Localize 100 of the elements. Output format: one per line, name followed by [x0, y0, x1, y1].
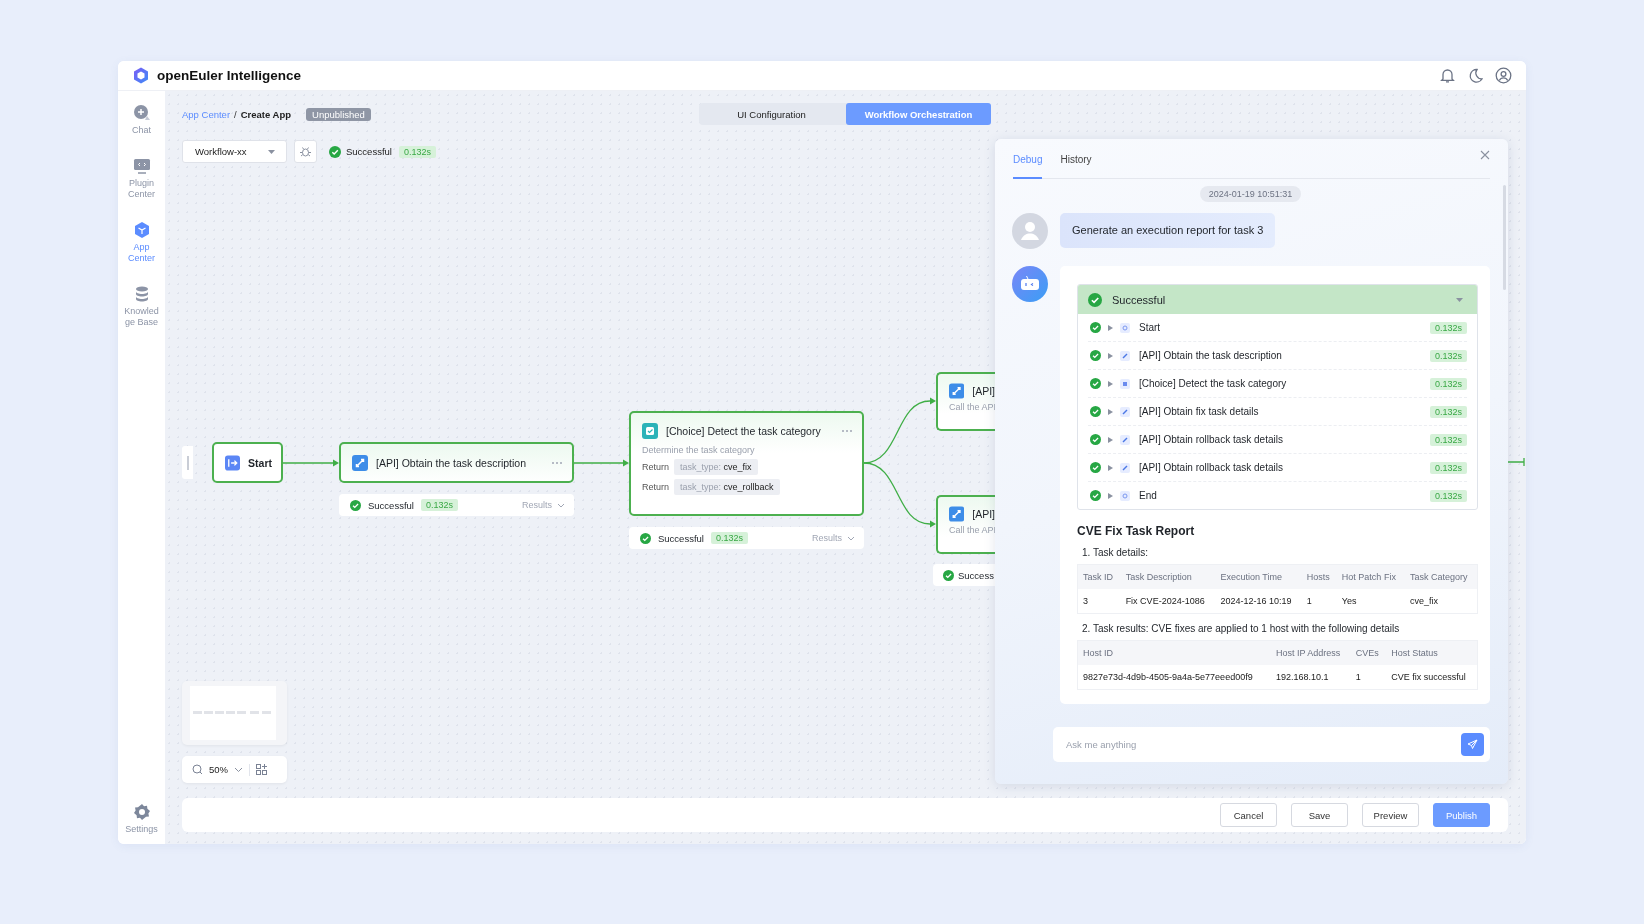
node-title: [API]	[972, 385, 995, 397]
expand-caret-icon[interactable]	[1108, 436, 1113, 443]
column-header: Task Description	[1120, 564, 1216, 589]
run-step[interactable]: [Choice] Detect the task category 0.132s	[1088, 370, 1467, 398]
check-icon	[1090, 462, 1101, 473]
check-icon	[943, 569, 954, 581]
node-description: Determine the task category	[642, 445, 756, 455]
panel-tab[interactable]: History	[1060, 139, 1092, 179]
check-icon	[640, 532, 651, 544]
time-tag: 0.132s	[1429, 405, 1467, 418]
table-cell: CVE fix successful	[1386, 665, 1478, 690]
send-button[interactable]	[1461, 733, 1484, 756]
user-avatar	[1012, 213, 1048, 249]
workflow-node[interactable]: [API] Obtain the task description	[339, 442, 574, 483]
bell-icon[interactable]	[1439, 67, 1456, 84]
link-icon	[949, 506, 965, 522]
report-subheading: 2. Task results: CVE fixes are applied to 1 host with the following details	[1082, 623, 1401, 634]
bug-icon	[300, 146, 311, 157]
time-tag: 0.132s	[1429, 461, 1467, 474]
time-tag: 0.132s	[1429, 321, 1467, 334]
time-tag: 0.132s	[398, 145, 436, 158]
debug-button[interactable]	[294, 140, 317, 163]
step-label: [API] Obtain fix task details	[1139, 406, 1259, 417]
workflow-node[interactable]: [Choice] Detect the task category Determine the task category Return task_type: cve_fix Return task_type: cve_rollback	[629, 411, 864, 516]
footer-button[interactable]: Preview	[1362, 803, 1419, 827]
return-value-chip: task_type: cve_fix	[674, 459, 758, 475]
zoom-icon[interactable]	[192, 764, 203, 775]
chat-input[interactable]: Ask me anything	[1053, 727, 1490, 762]
run-step[interactable]: [API] Obtain rollback task details 0.132s	[1088, 426, 1467, 454]
check-icon	[1090, 350, 1101, 361]
time-tag: 0.132s	[1429, 489, 1467, 502]
step-label: [API] Obtain rollback task details	[1139, 462, 1283, 473]
chevron-down-icon[interactable]	[234, 766, 243, 773]
workflow-node[interactable]: Start	[212, 442, 283, 483]
edge-arrow	[282, 459, 339, 467]
link-icon	[1120, 350, 1130, 361]
step-label: End	[1139, 490, 1157, 501]
expand-caret-icon[interactable]	[1108, 324, 1113, 331]
time-tag: 0.132s	[1429, 377, 1467, 390]
check-icon	[1090, 406, 1101, 417]
node-description: Call the API	[949, 525, 995, 535]
node-description: Call the API	[949, 402, 995, 412]
column-header: Host Status	[1386, 640, 1478, 665]
tab[interactable]: UI Configuration	[699, 103, 844, 125]
check-icon	[329, 145, 341, 158]
more-icon[interactable]	[841, 429, 853, 433]
run-step[interactable]: [API] Obtain fix task details 0.132s	[1088, 398, 1467, 426]
return-value-chip: task_type: cve_rollback	[674, 479, 780, 495]
user-icon[interactable]	[1495, 67, 1512, 84]
column-header: CVEs	[1350, 640, 1387, 665]
app-title: openEuler Intelligence	[157, 68, 302, 83]
status-badge: Unpublished	[306, 107, 371, 121]
table-cell: Fix CVE-2024-1086	[1120, 589, 1216, 614]
workflow-node[interactable]: [API] Call the API	[936, 372, 995, 431]
link-icon	[949, 383, 965, 399]
expand-caret-icon[interactable]	[1108, 352, 1113, 359]
chat-icon	[132, 104, 151, 122]
message-timestamp: 2024-01-19 10:51:31	[1199, 186, 1302, 202]
moon-icon[interactable]	[1467, 67, 1484, 84]
check-icon	[1090, 322, 1101, 333]
expand-caret-icon[interactable]	[1108, 492, 1113, 499]
column-header: Task Category	[1405, 564, 1478, 589]
return-label: Return	[642, 482, 668, 492]
column-header: Execution Time	[1215, 564, 1302, 589]
edge-line	[1507, 457, 1525, 467]
run-step[interactable]: End 0.132s	[1088, 482, 1467, 509]
workflow-node[interactable]: [API] Call the API	[936, 495, 995, 554]
chat-input-text[interactable]: Ask me anything	[1064, 738, 1461, 751]
expand-caret-icon[interactable]	[1108, 408, 1113, 415]
more-icon[interactable]	[551, 460, 563, 465]
monitor-icon	[132, 157, 151, 175]
expand-caret-icon[interactable]	[1108, 464, 1113, 471]
close-icon[interactable]	[1480, 149, 1490, 160]
breadcrumb-current: Create App	[240, 108, 292, 120]
chevron-down-icon	[847, 535, 855, 541]
node-title: [Choice] Detect the task category	[666, 425, 821, 437]
node-icon	[1120, 322, 1130, 333]
layout-icon[interactable]	[256, 764, 267, 775]
table-cell: cve_fix	[1405, 589, 1478, 614]
run-step[interactable]: [API] Obtain rollback task details 0.132s	[1088, 454, 1467, 482]
run-step[interactable]: Start 0.132s	[1088, 314, 1467, 342]
time-tag: 0.132s	[1429, 433, 1467, 446]
edge-arrow	[573, 459, 629, 467]
footer-button[interactable]: Save	[1291, 803, 1348, 827]
link-icon	[1120, 406, 1130, 417]
run-step[interactable]: [API] Obtain the task description 0.132s	[1088, 342, 1467, 370]
workflow-dropdown[interactable]: Workflow-xx	[182, 140, 287, 163]
caret-icon[interactable]	[1456, 297, 1463, 302]
node-title: Start	[248, 456, 272, 469]
expand-caret-icon[interactable]	[1108, 380, 1113, 387]
report-subheading: 1. Task details:	[1082, 547, 1149, 558]
check-icon	[1090, 490, 1101, 501]
panel-handle[interactable]	[182, 446, 193, 479]
run-status: Successful	[1112, 293, 1166, 306]
column-header: Host ID	[1077, 640, 1271, 665]
caret-icon	[268, 149, 275, 154]
table-cell: Yes	[1336, 589, 1406, 614]
status-text: Successful	[658, 532, 704, 544]
footer-button[interactable]: Cancel	[1220, 803, 1277, 827]
run-status: Successful	[346, 146, 392, 157]
